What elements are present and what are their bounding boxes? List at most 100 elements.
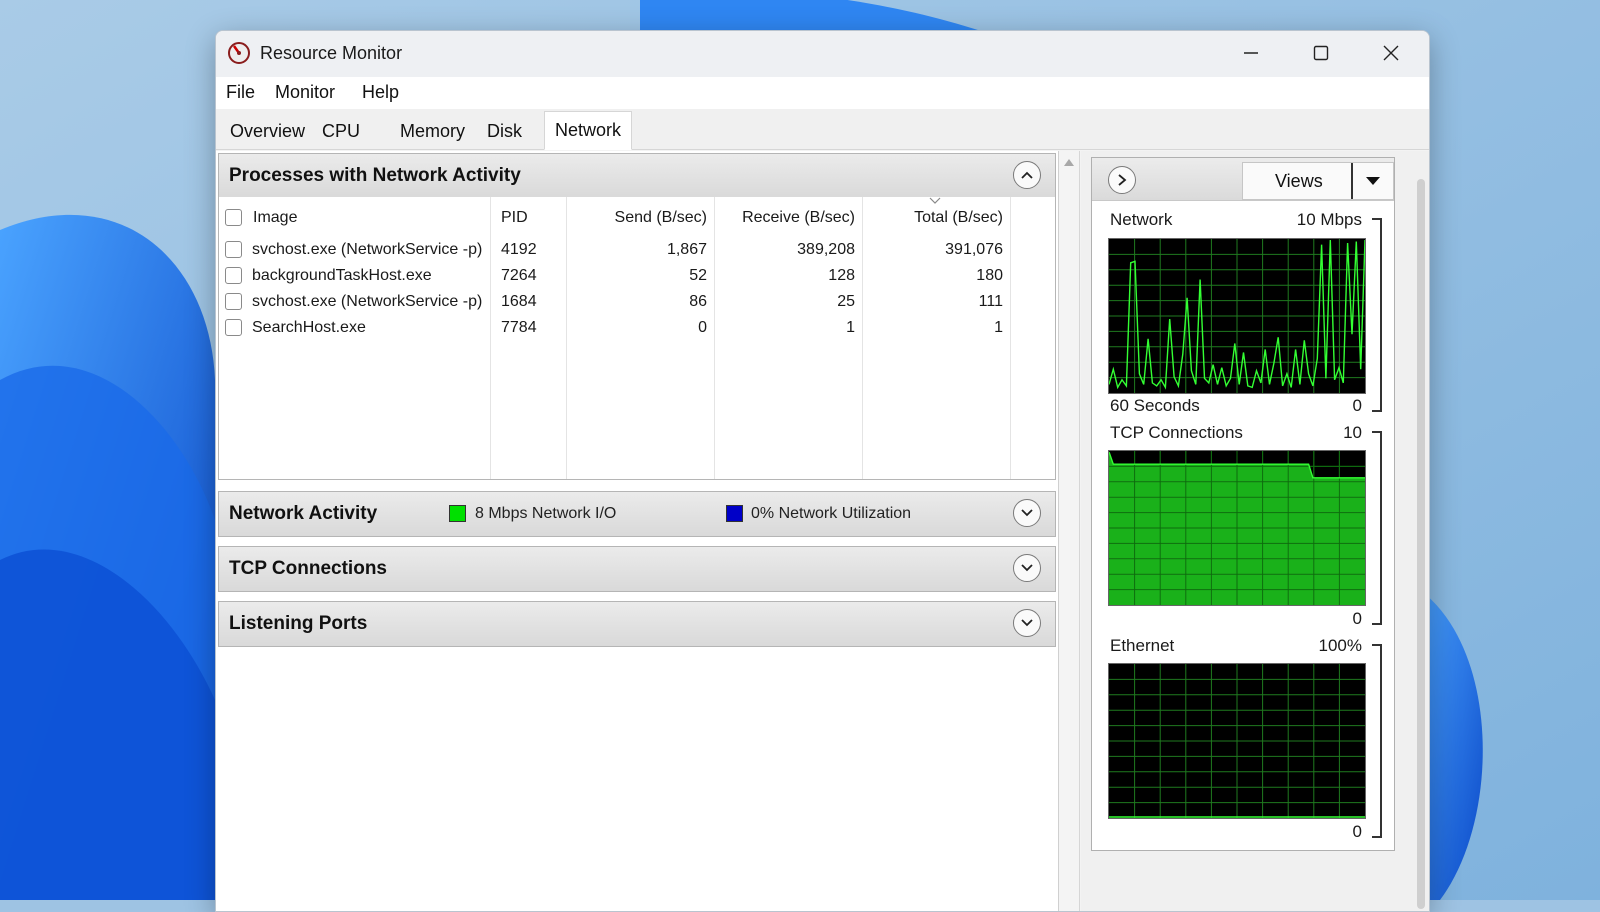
cell-image: svchost.exe (NetworkService -p) <box>252 241 483 258</box>
tab-bar: Overview CPU Memory Disk Network <box>216 109 1429 150</box>
tcp-graph-max: 10 <box>1343 423 1362 442</box>
cell-send: 0 <box>698 319 707 336</box>
views-label: Views <box>1275 171 1323 191</box>
maximize-icon <box>1313 45 1329 61</box>
ethernet-graph-title: Ethernet <box>1110 636 1175 655</box>
details-scrollbar[interactable] <box>1059 151 1080 911</box>
menu-file[interactable]: File <box>226 82 255 103</box>
ethernet-graph <box>1108 663 1366 819</box>
minimize-icon <box>1244 52 1258 54</box>
cell-total: 1 <box>994 319 1003 336</box>
cell-image: backgroundTaskHost.exe <box>252 267 432 284</box>
network-graph-title: Network <box>1110 210 1173 229</box>
chevron-down-icon <box>1021 619 1033 627</box>
cell-pid: 7264 <box>501 267 537 284</box>
cell-pid: 4192 <box>501 241 537 258</box>
processes-section-title: Processes with Network Activity <box>229 165 521 186</box>
listening-ports-expand-button[interactable] <box>1013 609 1041 637</box>
network-graph-max: 10 Mbps <box>1296 210 1362 229</box>
tab-overview[interactable]: Overview <box>220 114 315 148</box>
cell-receive: 25 <box>837 293 855 310</box>
graphs-toolbar: Views <box>1092 158 1394 201</box>
listening-ports-section-header[interactable]: Listening Ports <box>218 601 1056 647</box>
cell-pid: 7784 <box>501 319 537 336</box>
listening-ports-section-title: Listening Ports <box>229 613 368 634</box>
chevron-down-icon <box>1021 509 1033 517</box>
processes-table: Image PID Send (B/sec) Receive (B/sec) T… <box>218 197 1056 480</box>
row-checkbox[interactable] <box>225 241 242 258</box>
processes-section-header[interactable]: Processes with Network Activity <box>218 153 1056 199</box>
cell-send: 1,867 <box>666 241 707 258</box>
network-utilization-swatch <box>726 505 743 522</box>
collapse-graphs-button[interactable] <box>1108 166 1136 194</box>
tcp-connections-graph <box>1108 450 1366 606</box>
column-divider <box>566 197 567 479</box>
column-header-image[interactable]: Image <box>253 209 297 227</box>
graphs-scrollbar[interactable] <box>1417 179 1425 909</box>
close-icon <box>1383 45 1399 61</box>
cell-receive: 389,208 <box>797 241 855 258</box>
tab-network[interactable]: Network <box>544 111 633 150</box>
cell-send: 86 <box>689 293 707 310</box>
window-title: Resource Monitor <box>260 43 403 63</box>
tcp-connections-expand-button[interactable] <box>1013 554 1041 582</box>
column-header-total[interactable]: Total (B/sec) <box>870 209 1003 227</box>
graphs-panel: Views Network 10 Mbps 60 Seconds 0 TCP C… <box>1091 157 1395 851</box>
row-checkbox[interactable] <box>225 293 242 310</box>
row-checkbox[interactable] <box>225 319 242 336</box>
cell-receive: 128 <box>828 267 855 284</box>
cell-image: svchost.exe (NetworkService -p) <box>252 293 483 310</box>
resource-monitor-icon <box>228 42 250 64</box>
cell-total: 391,076 <box>945 241 1003 258</box>
tab-disk[interactable]: Disk <box>477 114 532 148</box>
views-dropdown-arrow[interactable] <box>1351 163 1393 199</box>
network-utilization-label: 0% Network Utilization <box>751 505 912 522</box>
sort-descending-icon <box>929 197 941 204</box>
network-io-label: 8 Mbps Network I/O <box>475 505 617 522</box>
network-activity-section-header[interactable]: Network Activity 8 Mbps Network I/O 0% N… <box>218 491 1056 537</box>
chevron-right-icon <box>1118 174 1127 186</box>
row-checkbox[interactable] <box>225 267 242 284</box>
resource-monitor-window: Resource Monitor File Monitor Help Overv… <box>215 30 1430 912</box>
column-divider <box>490 197 491 479</box>
column-divider <box>1010 197 1011 479</box>
menu-monitor[interactable]: Monitor <box>275 82 335 103</box>
network-graph-min: 0 <box>1352 396 1362 415</box>
column-header-send[interactable]: Send (B/sec) <box>574 209 707 227</box>
column-header-receive[interactable]: Receive (B/sec) <box>722 209 855 227</box>
cell-pid: 1684 <box>501 293 537 310</box>
ethernet-graph-max: 100% <box>1318 636 1362 655</box>
cell-send: 52 <box>689 267 707 284</box>
ethernet-graph-min: 0 <box>1352 822 1362 841</box>
column-divider <box>862 197 863 479</box>
network-graph <box>1108 238 1366 394</box>
network-graph-timespan: 60 Seconds <box>1110 396 1200 415</box>
tcp-scale-bracket <box>1372 431 1382 625</box>
tab-memory[interactable]: Memory <box>390 114 475 148</box>
network-io-swatch <box>449 505 466 522</box>
cell-total: 180 <box>976 267 1003 284</box>
title-bar[interactable]: Resource Monitor <box>216 31 1429 77</box>
processes-collapse-button[interactable] <box>1013 161 1041 189</box>
cell-image: SearchHost.exe <box>252 319 366 336</box>
select-all-checkbox[interactable] <box>225 209 242 226</box>
ethernet-scale-bracket <box>1372 644 1382 838</box>
menu-help[interactable]: Help <box>362 82 399 103</box>
tcp-connections-section-header[interactable]: TCP Connections <box>218 546 1056 592</box>
dropdown-arrow-icon <box>1366 177 1380 185</box>
network-activity-expand-button[interactable] <box>1013 499 1041 527</box>
views-dropdown[interactable]: Views <box>1242 162 1394 200</box>
cell-total: 111 <box>978 293 1003 310</box>
network-scale-bracket <box>1372 218 1382 412</box>
column-header-pid[interactable]: PID <box>501 209 528 227</box>
tcp-connections-section-title: TCP Connections <box>229 558 387 579</box>
close-button[interactable] <box>1356 31 1426 75</box>
network-details-pane: Processes with Network Activity Image PI… <box>216 151 1059 911</box>
chevron-up-icon <box>1021 171 1033 179</box>
scroll-up-arrow-icon[interactable] <box>1063 157 1075 167</box>
tcp-graph-min: 0 <box>1352 609 1362 628</box>
maximize-button[interactable] <box>1286 31 1356 75</box>
chevron-down-icon <box>1021 564 1033 572</box>
tab-cpu[interactable]: CPU <box>312 114 370 148</box>
minimize-button[interactable] <box>1216 31 1286 75</box>
